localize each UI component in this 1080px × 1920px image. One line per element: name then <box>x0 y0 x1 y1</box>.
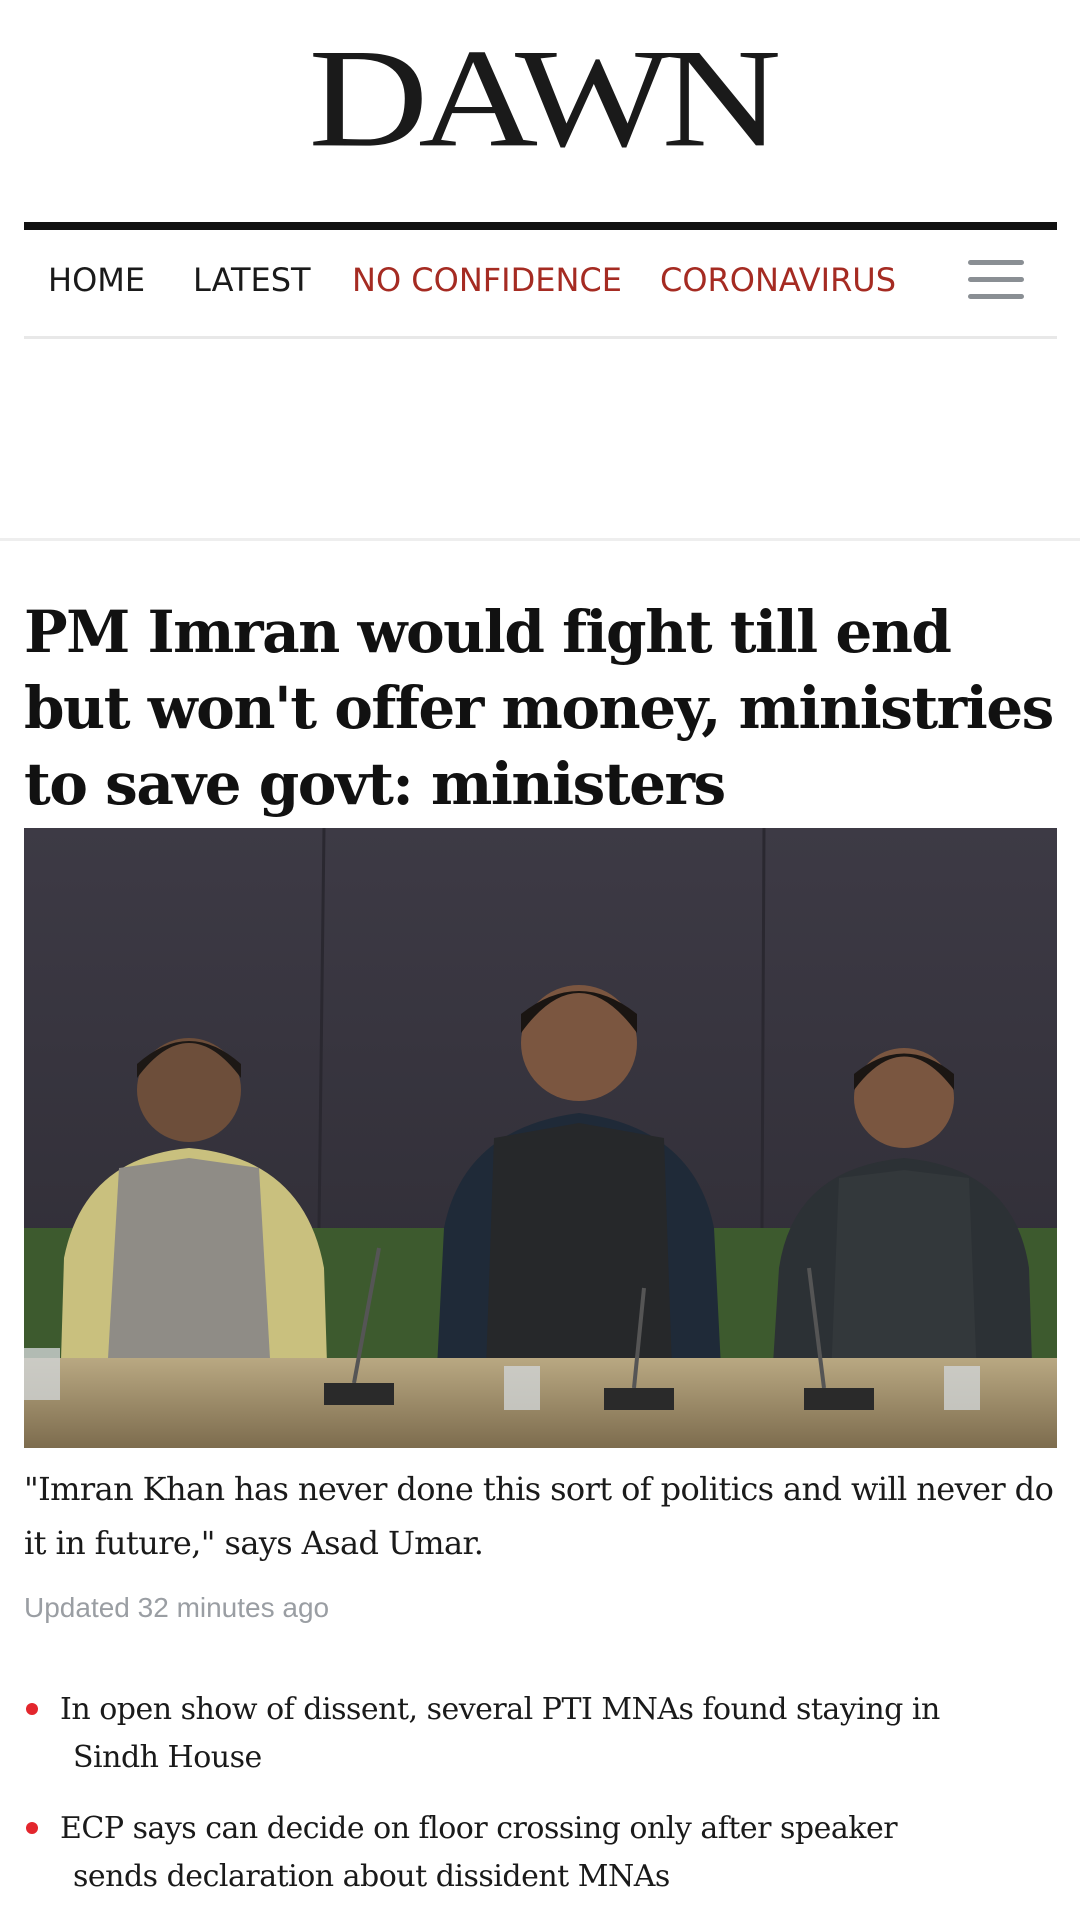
nav-item-home[interactable]: HOME <box>48 258 145 302</box>
related-story-item[interactable]: In open show of dissent, several PTI MNA… <box>24 1686 1064 1782</box>
dawn-logo[interactable]: DAWN <box>0 27 1080 168</box>
nav-item-latest[interactable]: LATEST <box>193 258 311 302</box>
nav-item-no-confidence[interactable]: NO CONFIDENCE <box>352 258 622 302</box>
main-nav: HOME LATEST NO CONFIDENCE CORONAVIRUS <box>24 232 1057 339</box>
nav-item-coronavirus[interactable]: CORONAVIRUS <box>660 258 896 302</box>
related-story-item[interactable]: ECP says can decide on floor crossing on… <box>24 1805 1064 1901</box>
related-stories-list: In open show of dissent, several PTI MNA… <box>24 1686 1064 1920</box>
bullet-icon <box>26 1822 38 1834</box>
related-story-link[interactable]: In open show of dissent, several PTI MNA… <box>60 1686 943 1782</box>
article-summary: "Imran Khan has never done this sort of … <box>24 1470 1054 1562</box>
article-headline[interactable]: PM Imran would fight till end but won't … <box>24 594 1064 822</box>
masthead-divider <box>24 222 1057 230</box>
updated-timestamp: Updated 32 minutes ago <box>24 1592 330 1623</box>
article-photo[interactable] <box>24 828 1057 1448</box>
related-story-link[interactable]: ECP says can decide on floor crossing on… <box>60 1805 943 1901</box>
ad-slot <box>0 338 1080 541</box>
hamburger-menu-icon[interactable] <box>968 256 1024 304</box>
bullet-icon <box>26 1703 38 1715</box>
